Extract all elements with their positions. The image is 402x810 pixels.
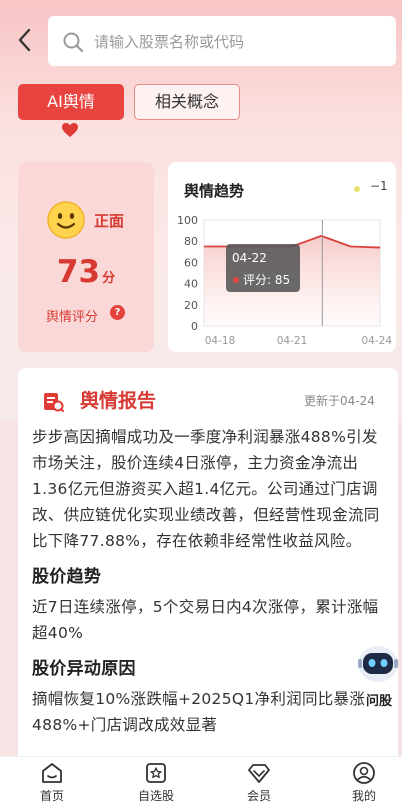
y-tick-label: 60 (184, 256, 198, 269)
score-value: 73 (56, 254, 101, 290)
sentiment-trend-card: 舆情趋势 −1 0 20 40 60 80 100 04-18 04-21 04-24 04-22… (168, 162, 396, 352)
nav-item-mine[interactable]: 我的 (334, 761, 394, 804)
ask-stock-label[interactable]: 问股 (366, 690, 392, 709)
help-icon[interactable]: ? (110, 305, 125, 320)
trend-chart[interactable]: 0 20 40 60 80 100 04-18 04-21 04-24 04-22 评分: 85 (168, 206, 396, 352)
search-icon (63, 32, 84, 53)
sentiment-score-card: 正面 73 分 舆情评分 ? (18, 162, 154, 352)
diamond-icon (248, 764, 270, 783)
score-label: 舆情评分 (46, 310, 99, 325)
x-tick-label: 04-21 (277, 335, 308, 347)
report-summary: 步步高因摘帽成功及一季度净利润暴涨488%引发市场关注，股价连续4日涨停，主力资… (32, 428, 380, 550)
search-placeholder: 请输入股票名称或代码 (94, 33, 245, 51)
sentiment-report-card: 舆情报告 更新于04-24 步步高因摘帽成功及一季度净利润暴涨488%引发市场关… (18, 368, 398, 768)
y-tick-label: 100 (177, 214, 198, 227)
header: 请输入股票名称或代码 (0, 12, 402, 68)
nav-label-home: 首页 (39, 789, 64, 803)
x-tick-label: 04-24 (361, 335, 392, 347)
tooltip-marker (233, 277, 239, 283)
report-icon (44, 393, 64, 412)
nav-item-watchlist[interactable]: 自选股 (126, 761, 186, 804)
search-input[interactable]: 请输入股票名称或代码 (48, 16, 396, 66)
nav-label-mine: 我的 (351, 789, 376, 803)
robot-assistant-icon[interactable] (356, 640, 400, 688)
section-text-price-trend: 近7日连续涨停，5个交易日内4次涨停，累计涨幅超40% (32, 598, 379, 642)
nav-label-watchlist: 自选股 (137, 789, 174, 803)
legend-text: −1 (370, 179, 388, 193)
sentiment-label: 正面 (94, 212, 125, 230)
score-unit: 分 (102, 271, 116, 286)
smile-icon (47, 201, 85, 239)
nav-item-member[interactable]: 会员 (229, 761, 289, 804)
x-tick-label: 04-18 (205, 335, 236, 347)
report-title: 舆情报告 (80, 390, 157, 412)
tab-related-concepts[interactable]: 相关概念 (134, 84, 240, 120)
score-display: 73 分 (18, 254, 154, 290)
section-text-price-reason: 摘帽恢复10%涨跌幅+2025Q1净利润同比暴涨488%+门店调改成效显著 (32, 690, 366, 734)
tooltip-date: 04-22 (232, 251, 267, 265)
user-icon (353, 762, 375, 784)
star-icon (146, 763, 166, 783)
report-updated-date: 更新于04-24 (304, 394, 375, 408)
nav-item-home[interactable]: 首页 (22, 761, 82, 804)
report-body: 步步高因摘帽成功及一季度净利润暴涨488%引发市场关注，股价连续4日涨停，主力资… (32, 424, 392, 738)
section-title-price-reason: 股价异动原因 (32, 659, 136, 679)
heart-icon (62, 123, 78, 137)
bottom-nav: 首页 自选股 会员 我的 (0, 756, 402, 810)
trend-title: 舆情趋势 (184, 182, 245, 200)
tooltip-value: 评分: 85 (243, 273, 290, 287)
y-tick-label: 20 (184, 299, 198, 312)
y-tick-label: 0 (191, 320, 198, 333)
home-icon (42, 763, 62, 783)
tab-ai-sentiment[interactable]: AI舆情 (18, 84, 124, 120)
section-title-price-trend: 股价趋势 (32, 567, 102, 587)
nav-label-member: 会员 (246, 789, 271, 803)
chevron-left-icon[interactable] (12, 26, 38, 54)
y-tick-label: 40 (184, 278, 198, 291)
legend-dot (354, 186, 360, 192)
y-tick-label: 80 (184, 235, 198, 248)
